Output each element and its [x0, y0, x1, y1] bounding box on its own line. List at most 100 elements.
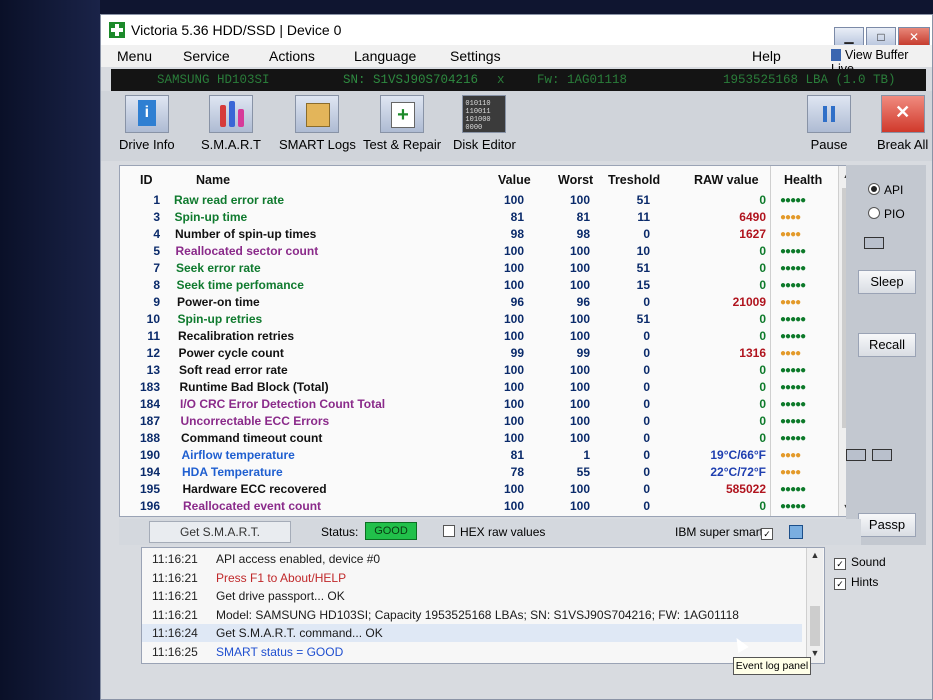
cell-id: 1: [153, 193, 160, 207]
cell-raw: 0: [759, 278, 766, 292]
hex-raw-checkbox[interactable]: HEX raw values: [443, 525, 545, 539]
cell-threshold: 0: [643, 329, 650, 343]
cell-value: 100: [503, 312, 524, 326]
table-row[interactable]: 13 Soft read error rate 100 100 0 0 ●●●●●: [120, 363, 862, 380]
cell-worst: 100: [569, 499, 590, 513]
cell-value: 96: [510, 295, 524, 309]
smart-table-header: ID Name Value Worst Treshold RAW value H…: [120, 166, 862, 192]
get-smart-button[interactable]: Get S.M.A.R.T.: [149, 521, 291, 543]
table-row[interactable]: 8 Seek time perfomance 100 100 15 0 ●●●●●: [120, 278, 862, 295]
stop-icon: [880, 95, 925, 133]
maximize-button[interactable]: □: [866, 27, 896, 47]
menu-item-actions[interactable]: Actions: [269, 48, 315, 64]
health-column-divider: [770, 166, 771, 516]
minimize-button[interactable]: ▁: [834, 27, 864, 47]
table-row[interactable]: 190 Airflow temperature 81 1 0 19°C/66°F ●●●●: [120, 448, 862, 465]
log-entry: 11:16:24 Get S.M.A.R.T. command... OK: [142, 624, 802, 642]
log-message: SMART status = GOOD: [216, 644, 344, 659]
cell-threshold: 0: [643, 499, 650, 513]
test-repair-button[interactable]: Test & Repair: [363, 95, 441, 152]
menu-item-help[interactable]: Help: [752, 48, 781, 64]
table-row[interactable]: 195 Hardware ECC recovered 100 100 0 585022 ●●…: [120, 482, 862, 499]
cell-id: 184: [139, 397, 160, 411]
sound-checkbox[interactable]: ✓ Sound: [834, 555, 886, 570]
radio-selected-icon: [868, 183, 880, 195]
cell-threshold: 51: [636, 261, 650, 275]
logs-folder-icon: [295, 95, 340, 133]
log-entry: 11:16:21 Model: SAMSUNG HD103SI; Capacity…: [142, 606, 802, 624]
color-swatch-button[interactable]: [789, 525, 803, 539]
table-row[interactable]: 196 Reallocated event count 100 100 0 0 ●●●●●: [120, 499, 862, 516]
indicator-chip-left: [846, 449, 866, 461]
table-row[interactable]: 12 Power cycle count 99 99 0 1316 ●●●●: [120, 346, 862, 363]
cell-worst: 100: [569, 380, 590, 394]
table-row[interactable]: 5 Reallocated sector count 100 100 10 0 ●●●●●: [120, 244, 862, 261]
title-bar: Victoria 5.36 HDD/SSD | Device 0 ▁ □ ✕: [101, 15, 932, 47]
smart-logs-button[interactable]: SMART Logs: [279, 95, 356, 152]
cell-name: Raw read error rate: [174, 193, 285, 207]
log-scroll-thumb[interactable]: [810, 606, 820, 646]
cell-health: ●●●●●: [780, 416, 806, 427]
checkbox-empty-icon: [443, 525, 455, 537]
cell-health: ●●●●: [780, 348, 801, 359]
smart-status-bar: Get S.M.A.R.T. Status: GOOD HEX raw valu…: [119, 519, 861, 545]
table-row[interactable]: 183 Runtime Bad Block (Total) 100 100 0 0 ●●●●…: [120, 380, 862, 397]
cell-threshold: 51: [636, 312, 650, 326]
table-row[interactable]: 184 I/O CRC Error Detection Count Total 10…: [120, 397, 862, 414]
drive-info-label: Drive Info: [119, 137, 175, 152]
log-time: 11:16:25: [152, 644, 198, 659]
cell-id: 13: [146, 363, 160, 377]
header-worst: Worst: [558, 173, 594, 187]
cell-id: 12: [146, 346, 160, 360]
cell-health: ●●●●●: [780, 331, 806, 342]
menu-item-language[interactable]: Language: [354, 48, 416, 64]
cell-name: Reallocated event count: [183, 499, 322, 513]
table-row[interactable]: 1 Raw read error rate 100 100 51 0 ●●●●●: [120, 193, 862, 210]
cell-value: 78: [510, 465, 524, 479]
table-row[interactable]: 4 Number of spin-up times 98 98 0 1627 ●●●●: [120, 227, 862, 244]
cell-worst: 98: [576, 227, 590, 241]
app-icon: [109, 22, 125, 38]
smart-label: S.M.A.R.T: [201, 137, 261, 152]
cell-value: 100: [503, 414, 524, 428]
drive-info-bar[interactable]: SAMSUNG HD103SI SN: S1VSJ90S704216 x Fw:…: [111, 69, 926, 91]
pio-radio[interactable]: PIO: [868, 207, 905, 221]
smart-button[interactable]: S.M.A.R.T: [201, 95, 261, 152]
table-row[interactable]: 194 HDA Temperature 78 55 0 22°C/72°F ●●●●: [120, 465, 862, 482]
table-row[interactable]: 10 Spin-up retries 100 100 51 0 ●●●●●: [120, 312, 862, 329]
sleep-button[interactable]: Sleep: [858, 270, 916, 294]
disk-editor-button[interactable]: 010110 110011 101000 0000 Disk Editor: [453, 95, 516, 152]
cell-worst: 100: [569, 312, 590, 326]
menu-item-menu[interactable]: Menu: [117, 48, 152, 64]
table-row[interactable]: 188 Command timeout count 100 100 0 0 ●●●●●: [120, 431, 862, 448]
table-row[interactable]: 187 Uncorrectable ECC Errors 100 100 0 0 ●●●●●: [120, 414, 862, 431]
table-row[interactable]: 11 Recalibration retries 100 100 0 0 ●●●●●: [120, 329, 862, 346]
table-row[interactable]: 7 Seek error rate 100 100 51 0 ●●●●●: [120, 261, 862, 278]
api-radio[interactable]: API: [868, 183, 903, 197]
log-message: API access enabled, device #0: [216, 552, 381, 566]
ibm-super-smart-checkbox[interactable]: ✓: [761, 525, 778, 540]
table-row[interactable]: 3 Spin-up time 81 81 11 6490 ●●●●: [120, 210, 862, 227]
cell-raw: 0: [759, 414, 766, 428]
cell-value: 99: [510, 346, 524, 360]
drive-info-button[interactable]: Drive Info: [119, 95, 175, 152]
checkbox-checked-icon: ✓: [761, 528, 773, 540]
log-time: 11:16:21: [152, 589, 198, 603]
log-scroll-up-icon[interactable]: ▲: [807, 550, 823, 560]
menu-item-service[interactable]: Service: [183, 48, 230, 64]
log-scrollbar[interactable]: ▲ ▼: [806, 548, 823, 663]
menu-item-settings[interactable]: Settings: [450, 48, 501, 64]
event-log-panel[interactable]: 11:16:21 API access enabled, device #0 11:…: [141, 547, 825, 664]
cell-id: 11: [147, 329, 160, 343]
hints-checkbox[interactable]: ✓ Hints: [834, 575, 878, 590]
header-value: Value: [498, 173, 531, 187]
close-button[interactable]: ✕: [898, 27, 930, 47]
passp-button[interactable]: Passp: [858, 513, 916, 537]
pause-button[interactable]: Pause: [807, 95, 851, 152]
api-label: API: [884, 183, 904, 197]
break-all-button[interactable]: Break All: [877, 95, 928, 152]
recall-button[interactable]: Recall: [858, 333, 916, 357]
header-health: Health: [784, 173, 823, 187]
ibm-super-smart-label: IBM super smart:: [675, 525, 767, 539]
table-row[interactable]: 9 Power-on time 96 96 0 21009 ●●●●: [120, 295, 862, 312]
